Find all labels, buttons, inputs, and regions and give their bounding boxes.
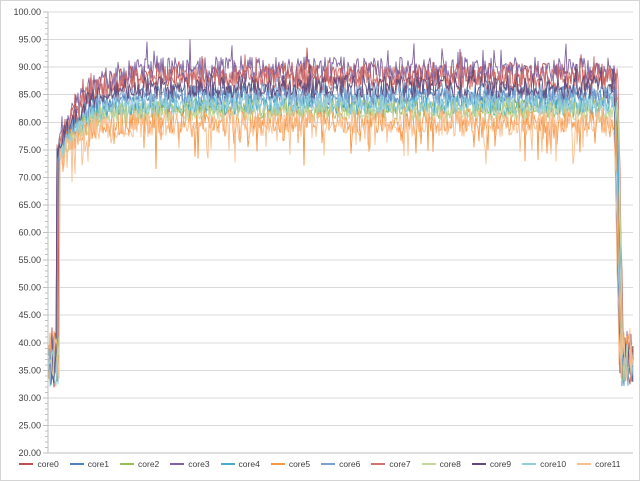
- legend-line-marker: [371, 463, 385, 465]
- series-line-core5: [49, 107, 633, 379]
- y-axis-tick-label: 35.00: [18, 365, 41, 375]
- series-line-core2: [49, 97, 633, 380]
- legend-label: core9: [490, 459, 511, 469]
- legend-label: core8: [440, 459, 461, 469]
- legend-label: core7: [389, 459, 410, 469]
- y-axis-tick-label: 25.00: [18, 420, 41, 430]
- legend-label: core5: [289, 459, 310, 469]
- series-line-core8: [49, 101, 633, 386]
- y-axis-tick-label: 80.00: [18, 117, 41, 127]
- y-axis-tick-label: 50.00: [18, 283, 41, 293]
- legend-item-core9: core9: [472, 459, 511, 469]
- legend-label: core2: [138, 459, 159, 469]
- y-axis-tick-label: 95.00: [18, 35, 41, 45]
- y-axis-tick-label: 40.00: [18, 338, 41, 348]
- legend-line-marker: [19, 463, 33, 465]
- chart-frame: 100.00 95.00 90.00 85.00 80.00 75.00 70.00 65.0…: [0, 0, 640, 481]
- legend-item-core1: core1: [70, 459, 109, 469]
- legend-line-marker: [522, 463, 536, 465]
- legend-item-core10: core10: [522, 459, 566, 469]
- legend-line-marker: [120, 463, 134, 465]
- series-line-core11: [49, 110, 633, 380]
- legend-item-core11: core11: [577, 459, 620, 469]
- y-axis-tick-label: 85.00: [18, 90, 41, 100]
- legend-line-marker: [170, 463, 184, 465]
- y-axis-tick-label: 65.00: [18, 200, 41, 210]
- legend-label: core1: [88, 459, 109, 469]
- legend-line-marker: [472, 463, 486, 465]
- legend-item-core0: core0: [19, 459, 58, 469]
- series-line-core4: [49, 95, 633, 385]
- legend-line-marker: [422, 463, 436, 465]
- legend-line-marker: [321, 463, 335, 465]
- legend-label: core4: [239, 459, 260, 469]
- y-axis-tick-label: 30.00: [18, 393, 41, 403]
- legend-label: core10: [540, 459, 566, 469]
- line-chart-plot: 100.00 95.00 90.00 85.00 80.00 75.00 70.00 65.0…: [1, 1, 640, 482]
- legend-item-core3: core3: [170, 459, 209, 469]
- legend-label: core11: [595, 459, 620, 469]
- chart-legend: core0 core1 core2 core3 core4 core5 core6 core7…: [1, 456, 639, 472]
- legend-line-marker: [271, 463, 285, 465]
- legend-label: core6: [339, 459, 360, 469]
- legend-label: core3: [188, 459, 209, 469]
- legend-item-core5: core5: [271, 459, 310, 469]
- legend-label: core0: [37, 459, 58, 469]
- y-axis-tick-label: 90.00: [18, 62, 41, 72]
- y-axis-tick-label: 100.00: [13, 7, 41, 17]
- legend-item-core7: core7: [371, 459, 410, 469]
- legend-line-marker: [221, 463, 235, 465]
- legend-item-core6: core6: [321, 459, 360, 469]
- y-axis-tick-label: 55.00: [18, 255, 41, 265]
- y-axis-tick-label: 70.00: [18, 172, 41, 182]
- legend-line-marker: [577, 463, 591, 465]
- y-axis-tick-label: 45.00: [18, 310, 41, 320]
- legend-item-core2: core2: [120, 459, 159, 469]
- legend-item-core4: core4: [221, 459, 260, 469]
- legend-line-marker: [70, 463, 84, 465]
- y-axis-tick-label: 60.00: [18, 228, 41, 238]
- legend-item-core8: core8: [422, 459, 461, 469]
- y-axis-tick-label: 75.00: [18, 145, 41, 155]
